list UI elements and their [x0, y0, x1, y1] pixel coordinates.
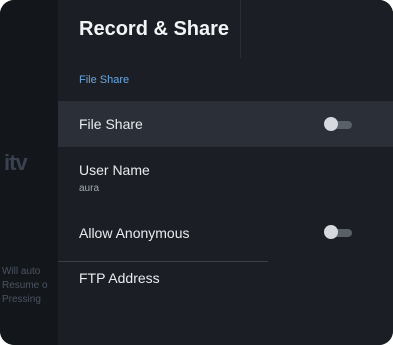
allow-anonymous-label: Allow Anonymous	[79, 225, 190, 241]
page-title: Record & Share	[79, 18, 230, 40]
background-app: itv Will auto Resume o Pressing	[0, 0, 58, 345]
ftp-address-row[interactable]: FTP Address	[58, 262, 393, 308]
background-text-line: Resume o	[2, 280, 48, 291]
background-text: Will auto Resume o Pressing	[2, 265, 58, 307]
toggle-knob	[324, 225, 338, 239]
panel-header: Record & Share	[58, 0, 393, 58]
header-divider	[240, 0, 241, 58]
user-name-label: User Name	[79, 162, 150, 178]
background-text-line: Pressing	[2, 294, 41, 305]
tv-screen: itv Will auto Resume o Pressing Record &…	[0, 0, 393, 345]
user-name-row[interactable]: User Name aura	[58, 152, 393, 204]
file-share-label: File Share	[79, 116, 143, 132]
section-label: File Share	[79, 74, 130, 86]
user-name-value: aura	[79, 183, 100, 194]
allow-anonymous-row[interactable]: Allow Anonymous	[58, 210, 393, 256]
file-share-toggle[interactable]	[324, 117, 354, 131]
settings-panel: Record & Share File Share File Share Use…	[58, 0, 393, 345]
background-text-line: Will auto	[2, 266, 41, 277]
channel-logo: itv	[4, 150, 28, 175]
allow-anonymous-toggle[interactable]	[324, 225, 354, 239]
file-share-row[interactable]: File Share	[58, 101, 393, 147]
toggle-knob	[324, 117, 338, 131]
ftp-address-label: FTP Address	[79, 270, 160, 286]
